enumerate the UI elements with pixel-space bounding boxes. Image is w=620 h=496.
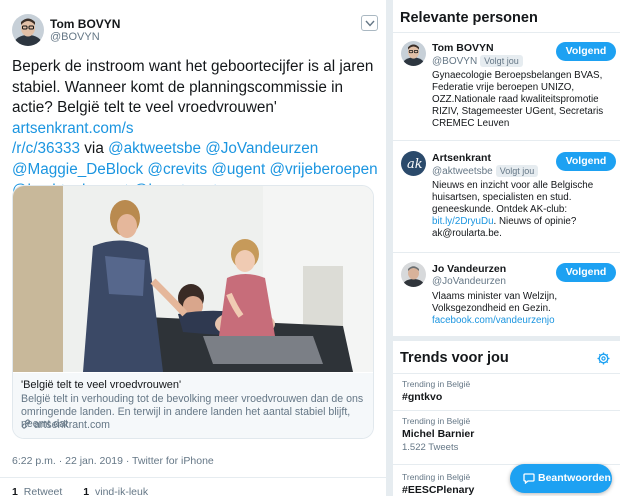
relevant-people-panel: Relevante personen Tom BOVYN @BOVYN Volgt… <box>393 0 620 336</box>
divider <box>393 32 620 33</box>
gear-icon[interactable] <box>597 352 610 370</box>
avatar[interactable] <box>401 262 426 287</box>
following-button[interactable]: Volgend <box>556 152 616 171</box>
person-name[interactable]: Jo Vandeurzen <box>432 263 506 275</box>
person-handle[interactable]: @BOVYN Volgt jou <box>432 55 523 67</box>
card-image <box>13 186 373 372</box>
author-avatar[interactable] <box>12 14 44 46</box>
person-handle[interactable]: @JoVandeurzen <box>432 276 506 287</box>
divider <box>393 373 620 374</box>
tweet-panel: Tom BOVYN @BOVYN Beperk de instroom want… <box>0 0 386 496</box>
person-handle-text[interactable]: @BOVYN <box>432 56 477 67</box>
card-domain-text: artsenkrant.com <box>34 419 110 431</box>
chevron-down-icon <box>365 20 375 27</box>
divider <box>393 252 620 253</box>
reply-button[interactable]: Beantwoorden <box>510 464 612 493</box>
trend-tweet-count: 1.522 Tweets <box>402 442 459 453</box>
author-name[interactable]: Tom BOVYN <box>50 17 120 31</box>
bio-link[interactable]: bit.ly/2DryuDu <box>432 216 494 227</box>
link-card[interactable]: 'België telt te veel vroedvrouwen' Belgi… <box>12 185 374 439</box>
card-body: 'België telt te veel vroedvrouwen' Belgi… <box>13 373 373 438</box>
bio-text: Vlaams minister van Welzijn, Volksgezond… <box>432 291 558 314</box>
retweet-count: 1 <box>12 486 18 496</box>
person-bio: Vlaams minister van Welzijn, Volksgezond… <box>432 291 618 327</box>
avatar[interactable]: ak <box>401 151 426 176</box>
person-bio: Gynaecologie Beroepsbelangen BVAS, Feder… <box>432 70 604 129</box>
person-handle[interactable]: @aktweetsbe Volgt jou <box>432 165 539 177</box>
bio-link[interactable]: facebook.com/vandeurzenjo <box>432 315 555 326</box>
person-bio: Nieuws en inzicht voor alle Belgische hu… <box>432 180 618 240</box>
tweet-stats: 1 Retweet 1 vind-ik-leuk <box>12 486 148 496</box>
like-label[interactable]: vind-ik-leuk <box>95 486 148 496</box>
follows-you-badge: Volgt jou <box>495 165 539 177</box>
author-handle[interactable]: @BOVYN <box>50 31 100 43</box>
follows-you-badge: Volgt jou <box>480 55 523 67</box>
trend-name[interactable]: #gntkvo <box>402 391 612 403</box>
tweet-options-button[interactable] <box>361 15 378 31</box>
avatar[interactable] <box>401 41 426 66</box>
trend-context: Trending in België <box>402 379 471 389</box>
card-domain: artsenkrant.com <box>21 419 110 432</box>
trend-item[interactable]: Trending in België Michel Barnier 1.522 … <box>402 416 612 453</box>
relevant-people-heading: Relevante personen <box>400 10 538 26</box>
divider <box>393 410 620 411</box>
like-count: 1 <box>83 486 90 496</box>
svg-text:ak: ak <box>407 157 423 172</box>
divider <box>0 477 386 478</box>
following-button[interactable]: Volgend <box>556 42 616 61</box>
tweet-text-part: via <box>80 140 109 158</box>
compose-icon <box>523 473 535 484</box>
retweet-label[interactable]: Retweet <box>24 486 63 496</box>
trend-context: Trending in België <box>402 416 471 426</box>
tweet-timestamp: 6:22 p.m. · 22 jan. 2019 · Twitter for i… <box>12 455 214 467</box>
person-handle-text[interactable]: @aktweetsbe <box>432 166 493 177</box>
following-button[interactable]: Volgend <box>556 263 616 282</box>
card-title: 'België telt te veel vroedvrouwen' <box>21 379 182 391</box>
reply-button-label: Beantwoorden <box>538 472 611 484</box>
person-name[interactable]: Artsenkrant <box>432 152 491 164</box>
link-icon <box>21 419 31 432</box>
trend-item[interactable]: Trending in België #gntkvo <box>402 379 612 403</box>
person-name[interactable]: Tom BOVYN <box>432 42 494 54</box>
divider <box>393 140 620 141</box>
tweet-text-part: Beperk de instroom want het geboortecijf… <box>12 58 374 117</box>
bio-text: Nieuws en inzicht voor alle Belgische hu… <box>432 180 594 215</box>
tweet-text: Beperk de instroom want het geboortecijf… <box>12 57 382 201</box>
trends-heading: Trends voor jou <box>400 350 509 366</box>
trend-name[interactable]: Michel Barnier <box>402 428 612 440</box>
